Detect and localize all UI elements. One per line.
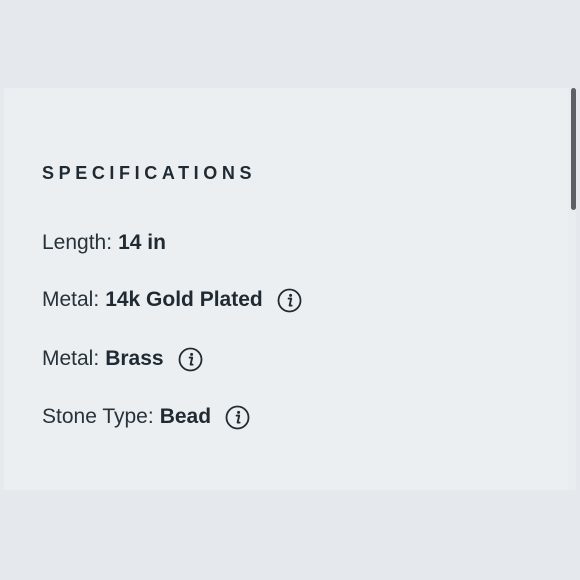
spec-value: Bead <box>159 405 212 428</box>
spec-label: Length: <box>42 231 113 254</box>
spec-row-stone-type: Stone Type: Bead <box>42 403 250 431</box>
spec-label: Stone Type: <box>42 405 154 428</box>
info-icon[interactable] <box>225 405 250 430</box>
spec-value: Brass <box>105 347 164 370</box>
spec-value: 14 in <box>118 231 166 254</box>
spec-label: Metal: <box>42 347 100 370</box>
info-icon[interactable] <box>178 347 203 372</box>
spec-row-metal: Metal: Brass <box>42 345 203 373</box>
spec-row-length: Length: 14 in <box>42 229 166 257</box>
info-icon[interactable] <box>277 288 302 313</box>
specifications-heading: SPECIFICATIONS <box>42 163 257 183</box>
spec-value: 14k Gold Plated <box>105 288 263 311</box>
spec-label: Metal: <box>42 288 100 311</box>
spec-row-metal-plating: Metal: 14k Gold Plated <box>42 286 302 314</box>
scrollbar-thumb[interactable] <box>571 88 576 210</box>
